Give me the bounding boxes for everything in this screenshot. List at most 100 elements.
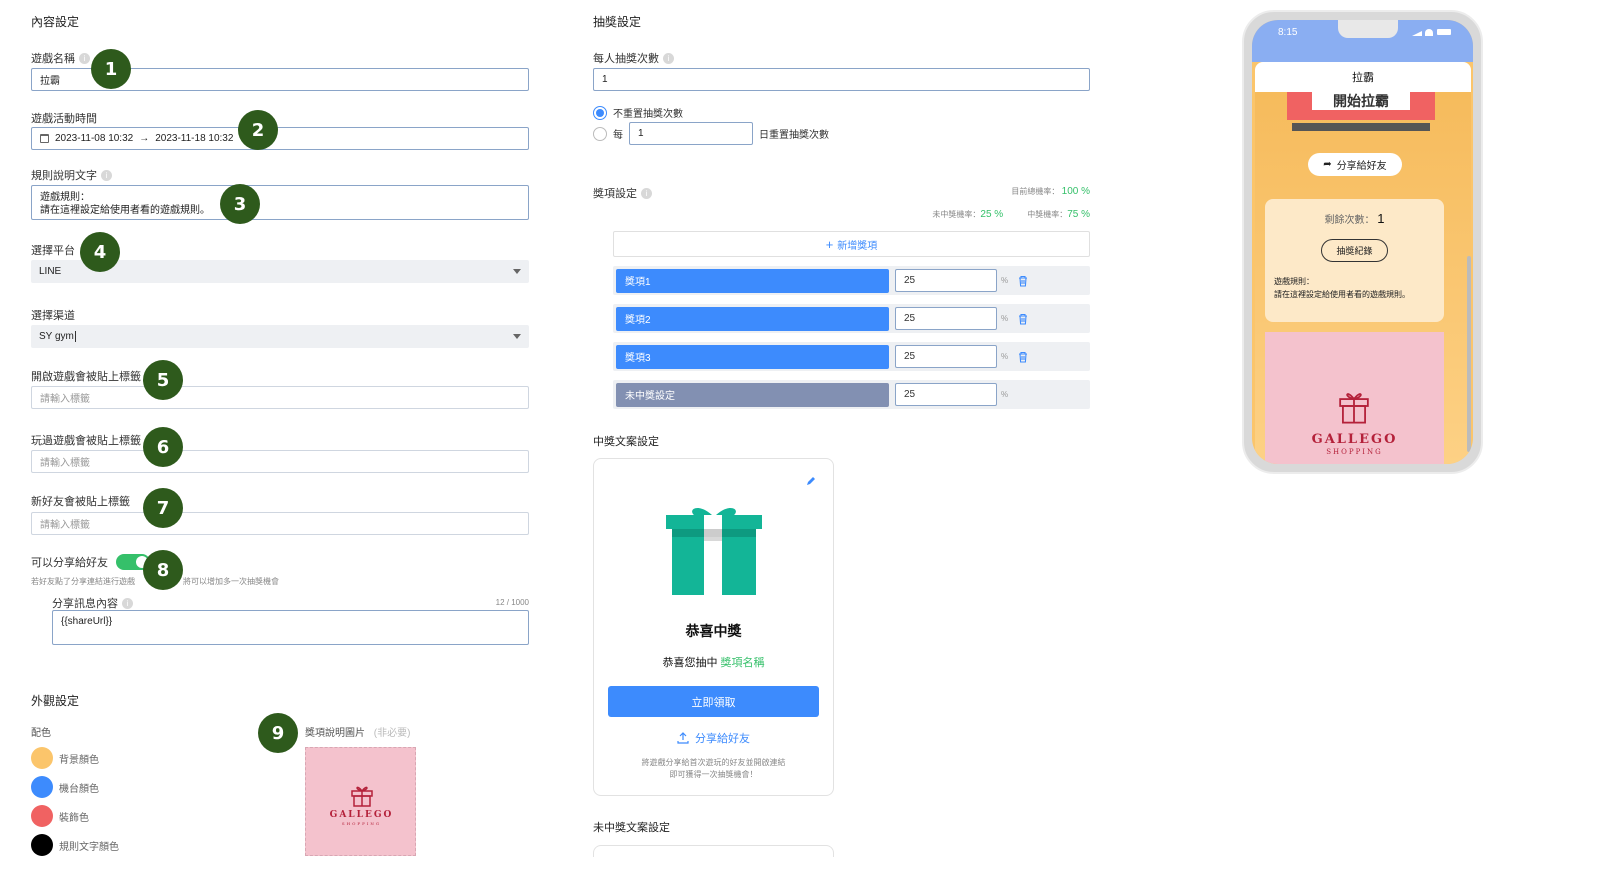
trash-icon[interactable] bbox=[1017, 351, 1029, 363]
share-msg-textarea[interactable]: {{shareUrl}} bbox=[52, 610, 529, 645]
share-note-line-2: 即可獲得一次抽獎機會！ bbox=[669, 770, 758, 779]
lose-prob: 未中獎機率：25 % bbox=[932, 209, 1003, 220]
share-hint-left: 若好友點了分享連結進行遊戲 bbox=[31, 577, 135, 586]
tag-friend-label: 新好友會被貼上標籤 bbox=[31, 496, 130, 508]
channel-select[interactable]: SY gym bbox=[31, 325, 529, 348]
radio-unselected[interactable] bbox=[593, 126, 607, 141]
edit-pencil-icon[interactable] bbox=[805, 475, 817, 487]
color-swatch[interactable] bbox=[31, 747, 53, 769]
end-date: 2023-11-18 10:32 bbox=[155, 133, 234, 144]
tag-friend-input[interactable]: 請輸入標籤 bbox=[31, 512, 529, 535]
add-prize-button[interactable]: + 新增獎項 bbox=[613, 231, 1090, 257]
trash-icon[interactable] bbox=[1017, 275, 1029, 287]
status-icons bbox=[1412, 28, 1458, 36]
plus-icon: + bbox=[825, 236, 834, 252]
prob-summary: 未中獎機率：25 % 中獎機率：75 % bbox=[932, 209, 1090, 220]
win-copy-card: 恭喜中獎 恭喜您抽中 獎項名稱 立即領取 分享給好友 將遊戲分享給首次遊玩的好友… bbox=[593, 458, 834, 796]
phone-logo-subtext: SHOPPING bbox=[1326, 448, 1383, 456]
percent-sign: % bbox=[1001, 314, 1009, 323]
game-name-label: 遊戲名稱 i bbox=[31, 50, 90, 66]
appearance-title: 外觀設定 bbox=[31, 694, 80, 708]
prize-row: 獎項1 25 % bbox=[613, 266, 1090, 295]
win-body-highlight: 獎項名稱 bbox=[720, 657, 765, 669]
step-marker-8: 8 bbox=[143, 550, 183, 590]
prize-prob-input[interactable]: 25 bbox=[895, 383, 997, 406]
share-friend-link[interactable]: 分享給好友 bbox=[594, 730, 833, 746]
trash-icon[interactable] bbox=[1017, 313, 1029, 325]
total-prob: 目前總機率： 100 % bbox=[1011, 186, 1090, 197]
win-title: 恭喜中獎 bbox=[685, 623, 742, 639]
tag-open-label: 開啟遊戲會被貼上標籤 bbox=[31, 371, 141, 383]
no-reset-label: 不重置抽獎次數 bbox=[613, 109, 683, 120]
start-banner[interactable]: 開始拉霸 bbox=[1312, 92, 1410, 110]
info-icon[interactable]: i bbox=[79, 52, 90, 64]
claim-button[interactable]: 立即領取 bbox=[608, 686, 819, 717]
record-button[interactable]: 抽獎紀錄 bbox=[1321, 239, 1388, 262]
step-marker-9: 9 bbox=[258, 713, 298, 753]
color-swatch[interactable] bbox=[31, 776, 53, 798]
total-prob-value: 100 % bbox=[1061, 186, 1090, 197]
prize-row: 獎項3 25 % bbox=[613, 342, 1090, 371]
prize-prob-input[interactable]: 25 bbox=[895, 269, 997, 292]
tag-open-input[interactable]: 請輸入標籤 bbox=[31, 386, 529, 409]
per-person-input[interactable]: 1 bbox=[593, 68, 1090, 91]
phone-share-button[interactable]: ➦ 分享給好友 bbox=[1308, 153, 1402, 176]
info-icon[interactable]: i bbox=[122, 597, 133, 609]
channel-value: SY gym bbox=[39, 331, 76, 342]
logo-text: GALLEGO bbox=[329, 810, 394, 820]
prize-settings-label: 獎項設定 i bbox=[593, 185, 652, 201]
phone-scrollbar[interactable] bbox=[1467, 256, 1471, 452]
phone-rules-line-1: 遊戲規則： bbox=[1274, 277, 1314, 286]
color-row-deco[interactable]: 裝飾色 bbox=[31, 805, 89, 827]
colors-label: 配色 bbox=[31, 728, 51, 739]
info-icon[interactable]: i bbox=[641, 187, 652, 199]
rules-line-1: 遊戲規則： bbox=[40, 192, 90, 203]
color-name: 背景顏色 bbox=[59, 754, 99, 766]
share-toggle-label: 可以分享給好友 bbox=[31, 557, 108, 569]
channel-label: 選擇渠道 bbox=[31, 310, 75, 322]
color-swatch[interactable] bbox=[31, 834, 53, 856]
color-row-machine[interactable]: 機台顏色 bbox=[31, 776, 99, 798]
remaining-value: 1 bbox=[1377, 211, 1385, 226]
tag-played-input[interactable]: 請輸入標籤 bbox=[31, 450, 529, 473]
step-marker-4: 4 bbox=[80, 232, 120, 272]
radio-selected[interactable] bbox=[593, 105, 607, 120]
color-row-bg[interactable]: 背景顏色 bbox=[31, 747, 99, 769]
reset-days-input[interactable]: 1 bbox=[629, 122, 753, 145]
remaining: 剩餘次數： 1 bbox=[1265, 211, 1444, 226]
prize-image-label-text: 獎項說明圖片 bbox=[305, 728, 365, 739]
gift-icon bbox=[351, 786, 373, 807]
prize-image-upload[interactable]: GALLEGO SHOPPING bbox=[305, 747, 416, 856]
prize-prob-input[interactable]: 25 bbox=[895, 307, 997, 330]
rules-line-2: 請在這裡設定給使用者看的遊戲規則。 bbox=[40, 205, 210, 216]
day-reset-option[interactable]: 每 1 日重置抽獎次數 bbox=[593, 122, 829, 145]
step-marker-1: 1 bbox=[91, 49, 131, 89]
lose-prob-value: 25 % bbox=[980, 209, 1004, 220]
no-reset-option[interactable]: 不重置抽獎次數 bbox=[593, 105, 683, 120]
phone-logo-text: GALLEGO bbox=[1311, 432, 1398, 447]
win-prob: 中獎機率：75 % bbox=[1027, 209, 1090, 220]
color-name: 裝飾色 bbox=[59, 812, 89, 824]
gift-icon bbox=[1339, 393, 1369, 424]
game-time-range-input[interactable]: 2023-11-08 10:32 → 2023-11-18 10:32 bbox=[31, 127, 529, 150]
phone-rules: 遊戲規則： 請在這裡設定給使用者看的遊戲規則。 bbox=[1274, 275, 1410, 301]
game-time-label: 遊戲活動時間 bbox=[31, 113, 97, 125]
percent-sign: % bbox=[1001, 390, 1009, 399]
color-row-rules[interactable]: 規則文字顏色 bbox=[31, 834, 119, 856]
prize-name[interactable]: 獎項3 bbox=[616, 344, 889, 369]
rules-textarea[interactable]: 遊戲規則： 請在這裡設定給使用者看的遊戲規則。 bbox=[31, 185, 529, 220]
win-prob-label: 中獎機率： bbox=[1027, 210, 1068, 219]
remaining-card: 剩餘次數： 1 抽獎紀錄 遊戲規則： 請在這裡設定給使用者看的遊戲規則。 bbox=[1265, 199, 1444, 322]
color-swatch[interactable] bbox=[31, 805, 53, 827]
percent-sign: % bbox=[1001, 276, 1009, 285]
prize-name[interactable]: 未中獎設定 bbox=[616, 382, 889, 407]
phone-screen: 8:15 拉霸 開始拉霸 ➦ 分享給好友 剩餘次數： 1 抽獎紀錄 遊戲規則： … bbox=[1252, 20, 1473, 464]
color-name: 機台顏色 bbox=[59, 783, 99, 795]
prize-prob-input[interactable]: 25 bbox=[895, 345, 997, 368]
prize-image-label: 獎項說明圖片 (非必要) bbox=[305, 724, 410, 739]
info-icon[interactable]: i bbox=[101, 169, 112, 181]
info-icon[interactable]: i bbox=[663, 52, 674, 64]
prize-name[interactable]: 獎項1 bbox=[616, 268, 889, 293]
platform-value: LINE bbox=[39, 266, 62, 277]
prize-name[interactable]: 獎項2 bbox=[616, 306, 889, 331]
